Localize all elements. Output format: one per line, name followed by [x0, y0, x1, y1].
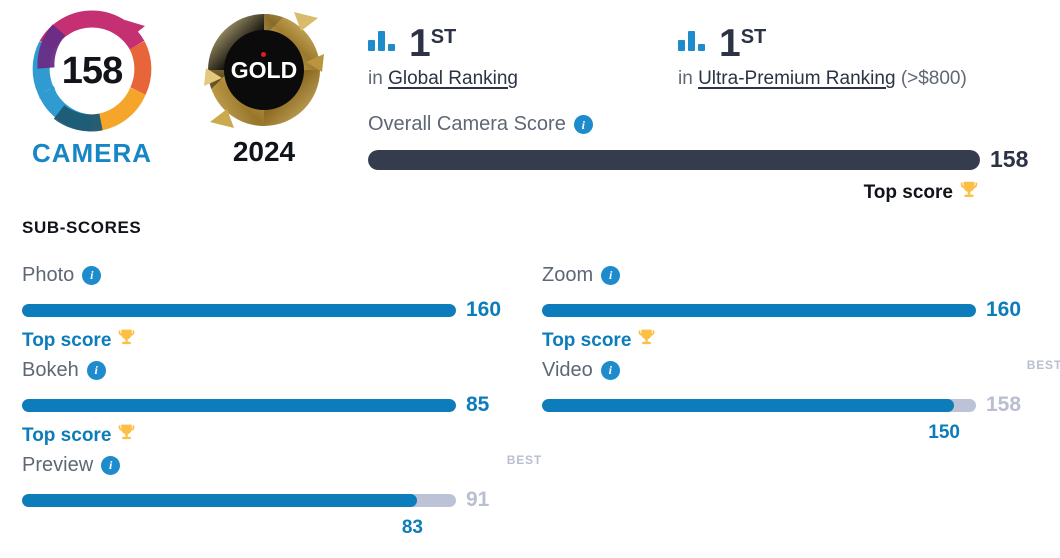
top-score-label-bokeh: Top score: [22, 424, 112, 446]
dxomark-ring-icon: 158: [29, 8, 155, 134]
score-fill-bokeh: [22, 398, 456, 412]
score-value-zoom: 160: [986, 298, 1022, 321]
info-icon[interactable]: i: [601, 265, 621, 285]
camera-score-value: 158: [61, 49, 123, 92]
gold-accent-dot: [261, 52, 266, 57]
score-head-bokeh: Bokeh i: [22, 357, 542, 383]
rankings-area: 1 ST in Global Ranking 1 ST in Ultra-Pre…: [368, 16, 988, 90]
score-row-preview: Preview i BEST 91 83: [22, 452, 542, 547]
ranking-global-place-number: 1: [409, 21, 431, 65]
trophy-icon: [636, 327, 657, 354]
camera-badge-caption: CAMERA: [31, 138, 153, 168]
score-fill-preview: [22, 493, 417, 507]
score-value-video: 158: [986, 393, 1022, 416]
ranking-global: 1 ST in Global Ranking: [368, 16, 678, 90]
gold-label-text: GOLD: [230, 56, 298, 83]
ranking-ultra-premium-subtitle: in Ultra-Premium Ranking (>$800): [678, 68, 988, 90]
overall-score-bar-row: 158: [368, 146, 1040, 173]
top-score-badge-zoom: Top score: [542, 327, 1060, 354]
overall-score-value: 158: [990, 146, 1029, 172]
score-value-photo: 160: [466, 298, 502, 321]
score-bar-row-photo: 160: [22, 298, 542, 322]
ranking-global-place: 1 ST: [409, 21, 457, 65]
overall-camera-score: Overall Camera Score i 158 Top score: [368, 113, 1040, 207]
score-fill-photo: [22, 303, 456, 317]
gold-award-badge: GOLD 2024: [186, 8, 342, 168]
score-track-zoom: [542, 303, 976, 317]
ranking-global-prefix: in: [368, 68, 383, 89]
subscores-title: SUB-SCORES: [22, 218, 142, 237]
ranking-global-place-row: 1 ST: [368, 16, 678, 65]
score-value-bokeh: 85: [466, 393, 490, 416]
score-label-zoom: Zoom: [542, 263, 594, 286]
score-bar-row-bokeh: 85: [22, 393, 542, 417]
score-label-bokeh: Bokeh: [22, 358, 79, 381]
info-icon[interactable]: i: [101, 455, 121, 475]
ranking-ultra-premium-suffix: (>$800): [900, 68, 967, 89]
ranking-ultra-premium-prefix: in: [678, 68, 693, 89]
top-score-label-photo: Top score: [22, 329, 112, 351]
current-score-preview: 83: [401, 517, 423, 538]
score-row-photo: Photo i 160 Top score: [22, 262, 542, 357]
subscores-column-left: Photo i 160 Top score Bokeh i 85 Top sco…: [22, 262, 542, 547]
ranking-global-ordinal: ST: [430, 25, 457, 48]
top-score-badge-bokeh: Top score: [22, 422, 542, 449]
gold-badge-year: 2024: [232, 136, 296, 167]
overall-top-score-label: Top score: [863, 182, 953, 203]
trophy-icon: [116, 327, 137, 354]
score-track-bokeh: [22, 398, 456, 412]
score-row-bokeh: Bokeh i 85 Top score: [22, 357, 542, 452]
current-score-video: 150: [928, 422, 960, 443]
camera-score-badge: 158 CAMERA: [16, 8, 168, 169]
overall-score-label-row: Overall Camera Score i: [368, 113, 1040, 136]
score-bar-row-video: 158: [542, 393, 1060, 417]
ranking-ultra-premium-place-number: 1: [719, 21, 741, 65]
info-icon[interactable]: i: [573, 115, 593, 134]
ranking-ultra-premium-ordinal: ST: [740, 25, 767, 48]
top-score-badge-photo: Top score: [22, 327, 542, 354]
score-fill-zoom: [542, 303, 976, 317]
score-track-photo: [22, 303, 456, 317]
badges-area: 158 CAMERA GOLD 2024: [0, 0, 356, 190]
trophy-icon: [116, 422, 137, 449]
ranking-ultra-premium-place: 1 ST: [719, 21, 767, 65]
info-icon[interactable]: i: [82, 265, 102, 285]
bar-chart-icon: [678, 29, 706, 56]
ranking-global-subtitle: in Global Ranking: [368, 68, 678, 90]
dxomark-score-panel: 158 CAMERA GOLD 2024 1 ST in Global Rank…: [0, 0, 1060, 558]
score-head-video: Video i BEST: [542, 357, 1060, 383]
score-label-preview: Preview: [22, 453, 94, 476]
score-track-preview: [22, 493, 456, 507]
score-label-photo: Photo: [22, 263, 75, 286]
score-value-preview: 91: [466, 488, 490, 511]
info-icon[interactable]: i: [600, 360, 620, 380]
score-row-zoom: Zoom i 160 Top score: [542, 262, 1060, 357]
score-track-video: [542, 398, 976, 412]
score-bar-row-preview: 91: [22, 488, 542, 512]
ranking-ultra-premium: 1 ST in Ultra-Premium Ranking (>$800): [678, 16, 988, 90]
score-head-photo: Photo i: [22, 262, 542, 288]
ranking-global-link[interactable]: Global Ranking: [388, 68, 518, 89]
score-row-video: Video i BEST 158 150: [542, 357, 1060, 452]
bar-chart-icon: [368, 29, 396, 56]
best-label-preview: BEST: [506, 453, 542, 467]
overall-score-label: Overall Camera Score: [368, 113, 566, 135]
score-head-zoom: Zoom i: [542, 262, 1060, 288]
score-label-video: Video: [542, 358, 593, 381]
best-label-video: BEST: [1026, 358, 1060, 372]
subscores-column-right: Zoom i 160 Top score Video i BEST 158 15…: [542, 262, 1060, 452]
score-head-preview: Preview i BEST: [22, 452, 542, 478]
overall-top-score-badge: Top score: [368, 179, 980, 207]
overall-score-fill: [368, 149, 980, 170]
gold-label: GOLD: [202, 8, 326, 132]
info-icon[interactable]: i: [86, 360, 106, 380]
trophy-icon: [958, 179, 980, 207]
score-bar-row-zoom: 160: [542, 298, 1060, 322]
ranking-ultra-premium-place-row: 1 ST: [678, 16, 988, 65]
ranking-ultra-premium-link[interactable]: Ultra-Premium Ranking: [698, 68, 895, 89]
gold-medal-icon: GOLD: [202, 8, 326, 132]
score-fill-video: [542, 398, 955, 412]
overall-score-track: [368, 149, 980, 170]
top-score-label-zoom: Top score: [542, 329, 632, 351]
